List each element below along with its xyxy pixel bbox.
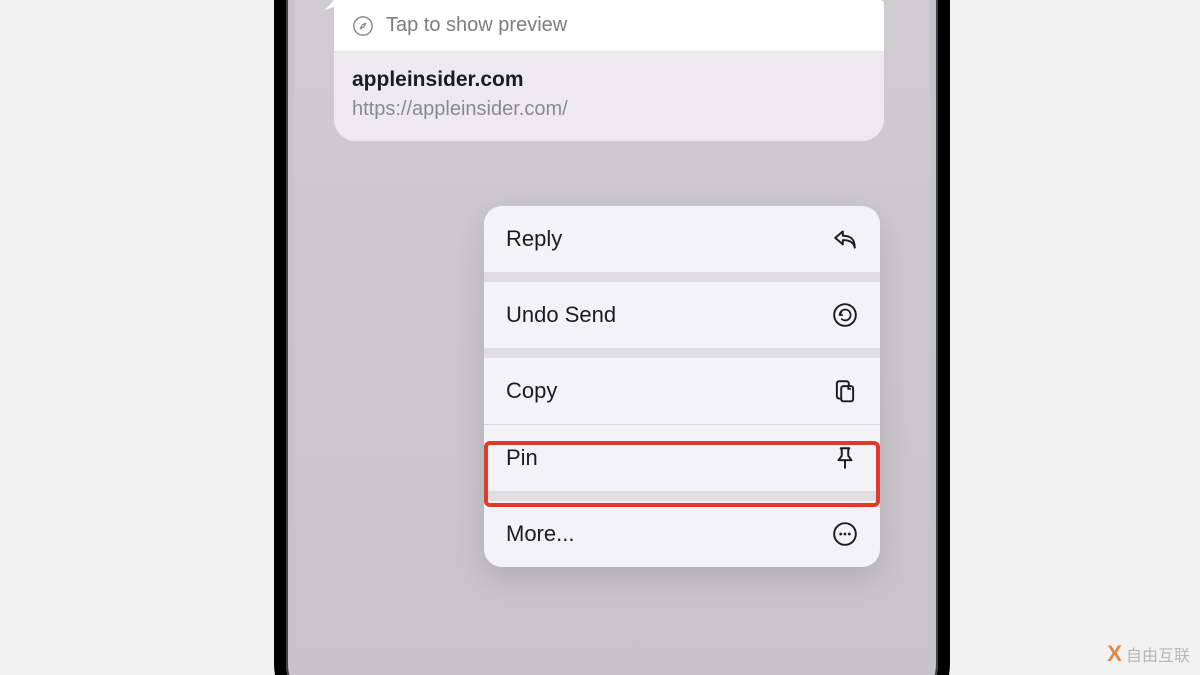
context-menu: Reply Undo Send Copy: [484, 206, 880, 567]
link-body: appleinsider.com https://appleinsider.co…: [334, 52, 884, 141]
menu-label-copy: Copy: [506, 378, 557, 404]
more-icon: [832, 521, 858, 547]
link-title: appleinsider.com: [352, 68, 866, 92]
pin-icon: [832, 445, 858, 471]
bubble-tail-icon: [320, 0, 350, 12]
reply-icon: [832, 226, 858, 252]
menu-label-more: More...: [506, 521, 574, 547]
menu-separator: [484, 491, 880, 501]
watermark: X 自由互联: [1107, 641, 1190, 667]
compass-icon: [352, 15, 374, 37]
menu-item-pin[interactable]: Pin: [484, 425, 880, 491]
menu-label-undo-send: Undo Send: [506, 302, 616, 328]
message-bubble[interactable]: Tap to show preview appleinsider.com htt…: [334, 0, 892, 141]
undo-icon: [832, 302, 858, 328]
copy-icon: [832, 378, 858, 404]
menu-separator: [484, 272, 880, 282]
preview-tap-label: Tap to show preview: [386, 14, 567, 37]
menu-item-copy[interactable]: Copy: [484, 358, 880, 424]
link-url: https://appleinsider.com/: [352, 98, 866, 121]
menu-item-undo-send[interactable]: Undo Send: [484, 282, 880, 348]
link-preview-card[interactable]: Tap to show preview appleinsider.com htt…: [334, 0, 884, 141]
watermark-logo-icon: X: [1107, 641, 1122, 667]
preview-tap-row[interactable]: Tap to show preview: [334, 0, 884, 52]
menu-label-pin: Pin: [506, 445, 538, 471]
watermark-text: 自由互联: [1126, 642, 1190, 666]
menu-separator: [484, 348, 880, 358]
menu-label-reply: Reply: [506, 226, 562, 252]
phone-frame: Tap to show preview appleinsider.com htt…: [274, 0, 950, 675]
phone-screen: Tap to show preview appleinsider.com htt…: [294, 0, 930, 675]
menu-item-more[interactable]: More...: [484, 501, 880, 567]
menu-item-reply[interactable]: Reply: [484, 206, 880, 272]
